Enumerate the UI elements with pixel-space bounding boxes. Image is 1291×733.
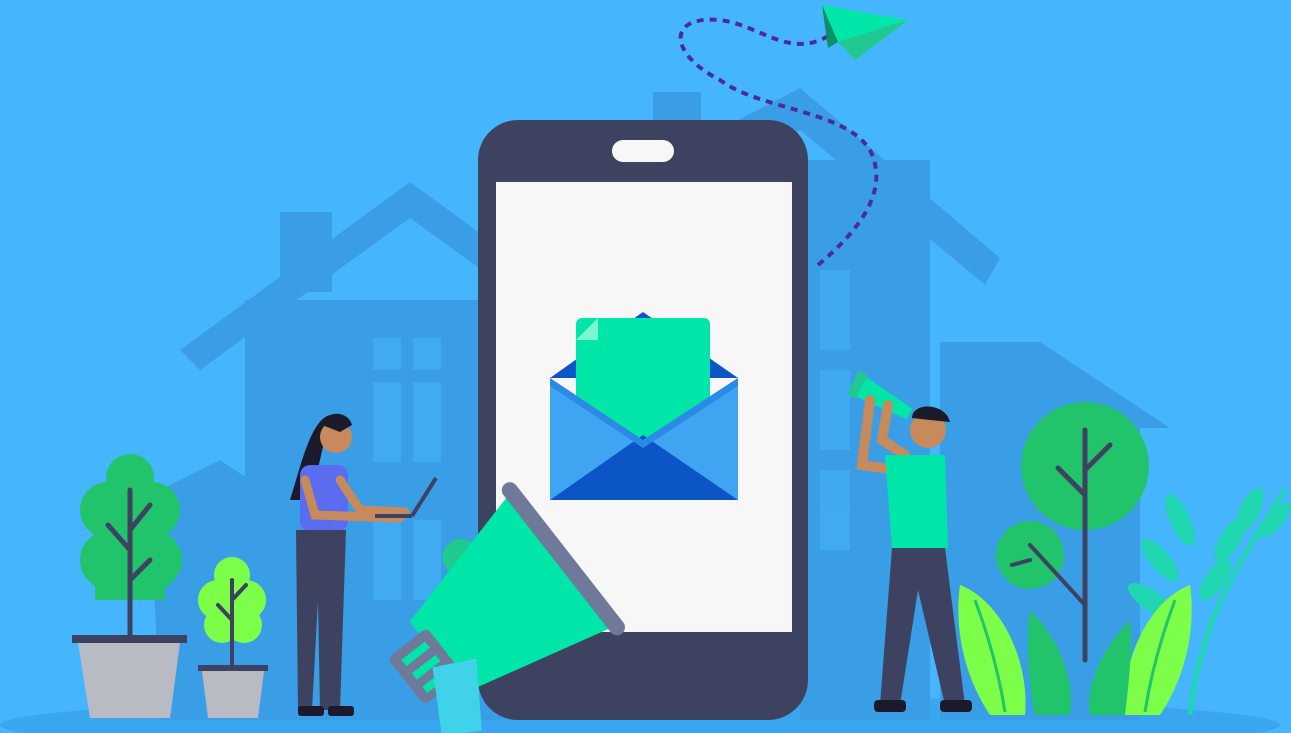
illustration-canvas xyxy=(0,0,1291,733)
phone-speaker xyxy=(612,140,674,162)
right-house-windows xyxy=(820,270,850,550)
illustration-scene xyxy=(0,0,1291,733)
envelope-icon xyxy=(550,312,738,500)
